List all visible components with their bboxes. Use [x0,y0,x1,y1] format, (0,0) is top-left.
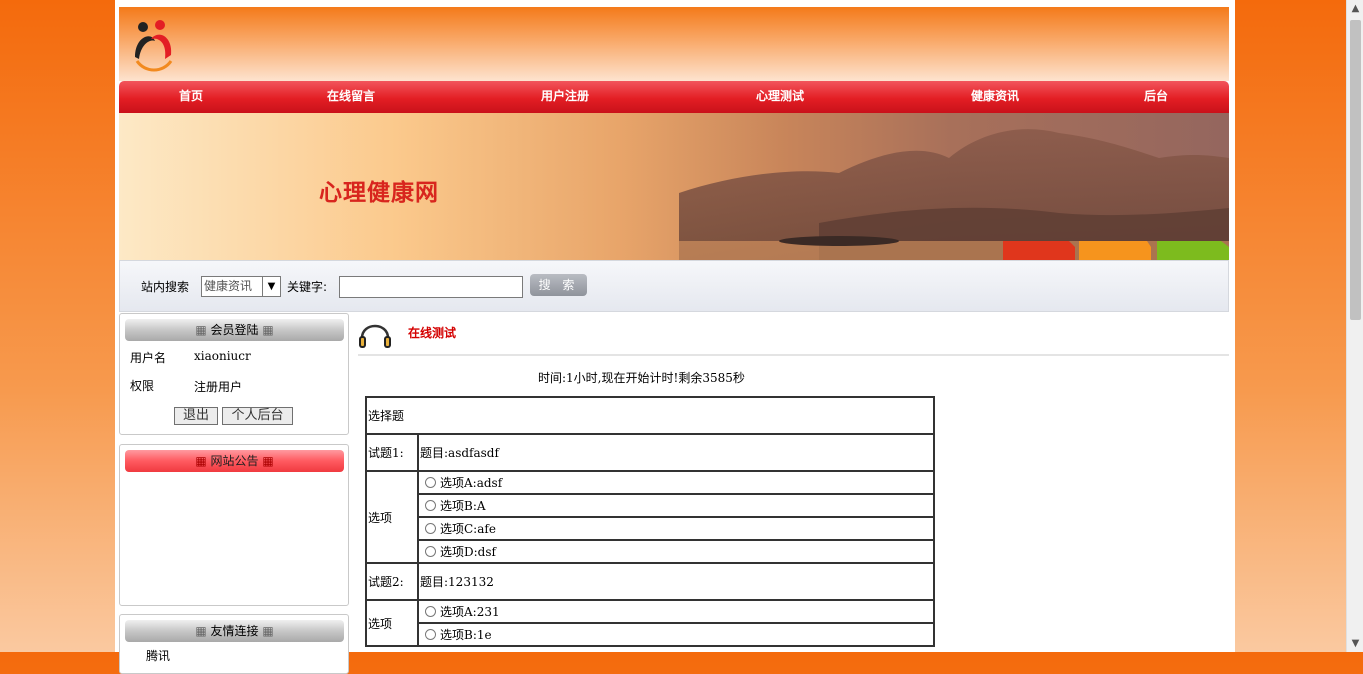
option-label: 选项A:231 [440,605,500,619]
option-row[interactable]: 选项B:1e [417,622,935,647]
page-container: 首页 在线留言 用户注册 心理测试 健康资讯 后台 心理健康网 站内搜索 健康资… [115,0,1235,674]
radio-button[interactable] [425,500,436,511]
radio-button[interactable] [425,629,436,640]
member-login-box: ▦ 会员登陆 ▦ 用户名 xiaoniucr 权限 注册用户 退出 个人后台 [119,313,349,435]
nav-item-register[interactable]: 用户注册 [541,81,589,113]
member-box-title: ▦ 会员登陆 ▦ [125,319,344,341]
option-label: 选项C:afe [440,522,496,536]
scrollbar-thumb[interactable] [1350,20,1361,320]
banner: 心理健康网 [119,113,1229,260]
username-value: xiaoniucr [194,349,251,363]
search-category-select[interactable]: 健康资讯 ▼ [201,276,281,297]
search-label: 站内搜索 [141,280,190,294]
scroll-down-icon[interactable]: ▼ [1347,635,1363,652]
radio-button[interactable] [425,523,436,534]
vertical-scrollbar[interactable]: ▲ ▼ [1346,0,1363,652]
radio-button[interactable] [425,477,436,488]
option-row[interactable]: 选项B:A [417,493,935,518]
friend-links-box: ▦ 友情连接 ▦ 腾讯 [119,614,349,674]
scroll-up-icon[interactable]: ▲ [1347,0,1363,17]
keyword-input[interactable] [339,276,523,298]
grid-icon: ▦ [262,624,274,638]
content-header: 在线测试 [358,312,1229,356]
headphones-icon [359,324,391,348]
grid-icon: ▦ [195,323,207,337]
friend-link-item[interactable]: 腾讯 [146,647,170,664]
question-number: 试题1: [365,433,419,472]
grid-icon: ▦ [195,624,207,638]
notice-box-title-text: 网站公告 [210,454,259,468]
option-label: 选项B:A [440,499,486,513]
nav-item-message[interactable]: 在线留言 [327,81,375,113]
grid-icon: ▦ [195,454,207,468]
notice-box-title: ▦ 网站公告 ▦ [125,450,344,472]
personal-admin-button[interactable]: 个人后台 [222,407,293,425]
content-title: 在线测试 [408,326,457,340]
option-label: 选项A:adsf [440,476,503,490]
grid-icon: ▦ [262,454,274,468]
section-label: 选择题 [365,396,935,435]
grid-icon: ▦ [262,323,274,337]
option-row[interactable]: 选项A:231 [417,599,935,624]
main-nav: 首页 在线留言 用户注册 心理测试 健康资讯 后台 [119,81,1229,113]
table-row: 选择题 [365,396,935,435]
timer-text: 时间:1小时,现在开始计时!剩余3585秒 [538,371,745,385]
site-logo[interactable] [131,17,177,73]
quiz-table: 选择题 试题1: 题目:asdfasdf 选项 选项A:adsf 选项B:A 选… [365,396,935,647]
options-label: 选项 [365,470,419,564]
question-number: 试题2: [365,562,419,601]
search-button[interactable]: 搜 索 [530,274,587,296]
table-row: 选项B:A [366,493,935,518]
site-header [119,7,1229,81]
table-row: 选项 选项A:231 [365,599,935,647]
table-row: 试题1: 题目:asdfasdf [365,433,935,472]
option-row[interactable]: 选项C:afe [417,516,935,541]
table-row: 选项C:afe [366,516,935,541]
banner-title: 心理健康网 [319,179,439,206]
role-label: 权限 [130,379,155,393]
logout-button[interactable]: 退出 [174,407,218,425]
notice-box: ▦ 网站公告 ▦ [119,444,349,606]
banner-landscape [679,129,1229,260]
table-row: 试题2: 题目:123132 [365,562,935,601]
links-box-title: ▦ 友情连接 ▦ [125,620,344,642]
nav-item-test[interactable]: 心理测试 [756,81,804,113]
search-category-value: 健康资讯 [204,279,253,293]
nav-item-admin[interactable]: 后台 [1144,81,1168,113]
table-row: 选项D:dsf [366,539,935,564]
username-label: 用户名 [130,351,167,365]
option-label: 选项B:1e [440,628,492,642]
options-label: 选项 [365,599,419,647]
member-box-title-text: 会员登陆 [210,323,259,337]
radio-button[interactable] [425,606,436,617]
radio-button[interactable] [425,546,436,557]
search-bar: 站内搜索 健康资讯 ▼ 关键字: 搜 索 [119,260,1229,312]
option-row[interactable]: 选项A:adsf [417,470,935,495]
nav-item-home[interactable]: 首页 [179,81,203,113]
chevron-down-icon[interactable]: ▼ [262,277,280,296]
option-label: 选项D:dsf [440,545,496,559]
nav-item-news[interactable]: 健康资讯 [971,81,1019,113]
links-box-title-text: 友情连接 [210,624,259,638]
table-row: 选项 选项A:adsf [365,470,935,564]
keyword-label: 关键字: [287,280,328,294]
role-value: 注册用户 [194,380,243,394]
question-text: 题目:asdfasdf [417,433,935,472]
question-text: 题目:123132 [417,562,935,601]
option-row[interactable]: 选项D:dsf [417,539,935,564]
table-row: 选项B:1e [366,622,935,647]
